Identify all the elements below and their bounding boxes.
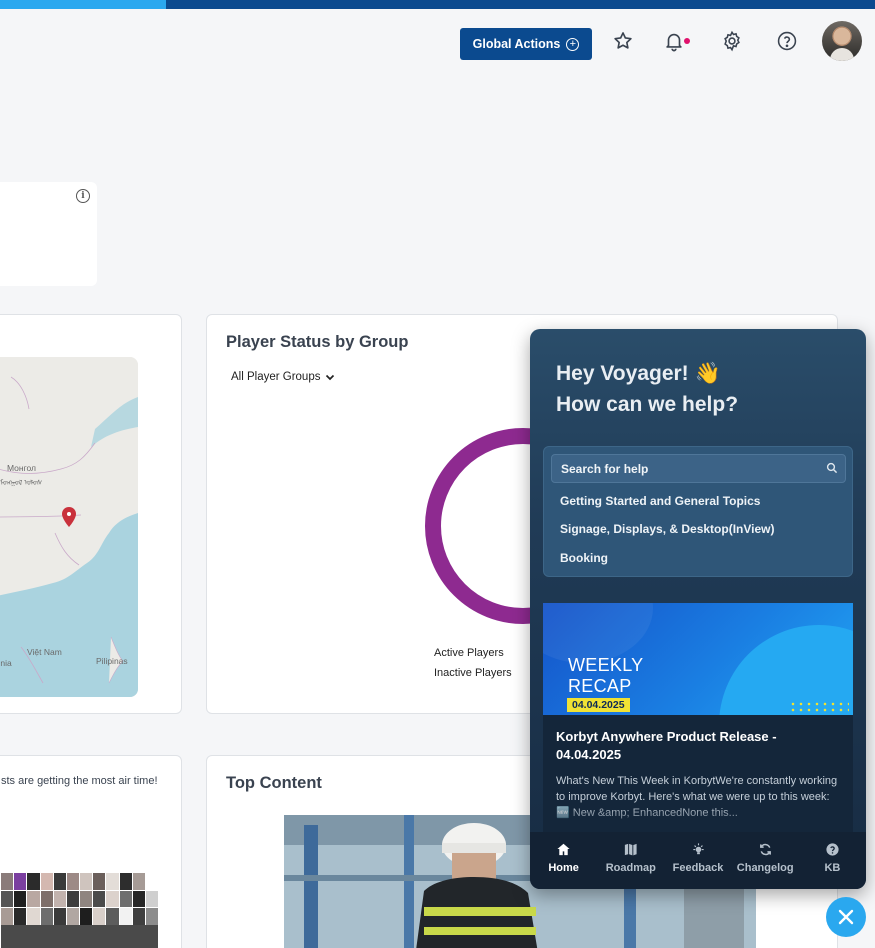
map-label: ᠮᠣᠩᠭᠣᠯ ᠤᠯᠤᠰ [0, 480, 43, 487]
nav-changelog-label: Changelog [736, 862, 794, 874]
map-graphic [0, 357, 138, 697]
content-preview-strip [1, 925, 158, 948]
close-help-widget-button[interactable] [826, 897, 866, 937]
weekly-recap-card[interactable]: WEEKLY RECAP 04.04.2025 Korbyt Anywhere … [543, 603, 853, 833]
player-map-card: Монгол ᠮᠣᠩᠭᠣᠯ ᠤᠯᠤᠰ Việt Nam Pilipinas In… [0, 314, 182, 714]
weekly-recap-line2: RECAP [568, 676, 632, 696]
user-avatar[interactable] [822, 21, 862, 61]
weekly-recap-line1: WEEKLY [568, 655, 644, 675]
weekly-recap-date-badge: 04.04.2025 [567, 698, 630, 712]
most-air-time-card: sts are getting the most air time! [0, 755, 182, 948]
chevron-down-icon [326, 374, 335, 381]
question-icon [826, 843, 839, 856]
map-label: Pilipinas [96, 656, 128, 666]
recap-fade [543, 803, 853, 833]
refresh-icon [759, 843, 771, 856]
help-greeting-line2: How can we help? [556, 393, 739, 416]
close-icon [838, 909, 854, 925]
nav-home[interactable]: Home [530, 832, 597, 889]
star-icon[interactable] [611, 29, 635, 53]
legend-active-players: Active Players [434, 647, 504, 659]
loading-progress-bar [0, 0, 875, 9]
content-thumbnail-grid[interactable] [1, 873, 158, 925]
nav-changelog[interactable]: Changelog [732, 832, 799, 889]
help-search-input[interactable] [551, 454, 846, 483]
notification-dot [684, 38, 690, 44]
gear-icon[interactable] [720, 29, 744, 53]
player-group-selected: All Player Groups [231, 371, 321, 383]
top-content-title: Top Content [226, 774, 322, 792]
nav-roadmap[interactable]: Roadmap [597, 832, 664, 889]
plus-circle-icon: + [566, 37, 580, 51]
search-icon[interactable] [826, 462, 838, 474]
legend-inactive-players: Inactive Players [434, 667, 512, 679]
help-widget-panel: Hey Voyager! 👋 How can we help? Getting … [530, 329, 866, 889]
nav-feedback-label: Feedback [672, 862, 724, 874]
nav-feedback[interactable]: Feedback [664, 832, 731, 889]
player-group-dropdown[interactable]: All Player Groups [231, 371, 336, 383]
help-topic-booking[interactable]: Booking [560, 551, 608, 565]
nav-kb[interactable]: KB [799, 832, 866, 889]
bell-icon[interactable] [662, 29, 690, 53]
recap-article-title[interactable]: Korbyt Anywhere Product Release - 04.04.… [556, 728, 836, 764]
roadmap-icon [625, 843, 637, 856]
help-search-box: Getting Started and General Topics Signa… [543, 446, 853, 577]
banner-shape [543, 603, 653, 663]
weekly-recap-heading: WEEKLY RECAP [568, 655, 644, 697]
info-icon[interactable]: i [76, 189, 90, 203]
nav-kb-label: KB [824, 862, 841, 874]
top-bar: Global Actions + [0, 9, 875, 75]
help-bottom-nav: Home Roadmap Feedback Changelog KB [530, 832, 866, 889]
global-actions-label: Global Actions [472, 37, 561, 51]
map-label: Inia [0, 658, 12, 668]
nav-home-label: Home [548, 862, 579, 874]
global-actions-button[interactable]: Global Actions + [460, 28, 592, 60]
player-location-map[interactable]: Монгол ᠮᠣᠩᠭᠣᠯ ᠤᠯᠤᠰ Việt Nam Pilipinas In… [0, 357, 138, 697]
help-greeting: Hey Voyager! 👋 How can we help? [556, 358, 738, 420]
map-label: Монгол [7, 463, 37, 473]
player-status-title: Player Status by Group [226, 333, 409, 351]
lightbulb-icon [692, 843, 704, 855]
help-topic-getting-started[interactable]: Getting Started and General Topics [560, 494, 760, 508]
help-topic-signage[interactable]: Signage, Displays, & Desktop(InView) [560, 522, 775, 536]
weekly-recap-banner: WEEKLY RECAP 04.04.2025 [543, 603, 853, 715]
most-air-time-description: sts are getting the most air time! [1, 775, 158, 787]
help-icon[interactable] [775, 29, 799, 53]
help-greeting-line1: Hey Voyager! 👋 [556, 362, 721, 385]
banner-dots [789, 701, 849, 713]
summary-card: i [0, 182, 97, 286]
loading-progress-fill [0, 0, 167, 9]
home-icon [557, 843, 570, 856]
nav-roadmap-label: Roadmap [605, 862, 656, 874]
map-label: Việt Nam [27, 647, 62, 657]
